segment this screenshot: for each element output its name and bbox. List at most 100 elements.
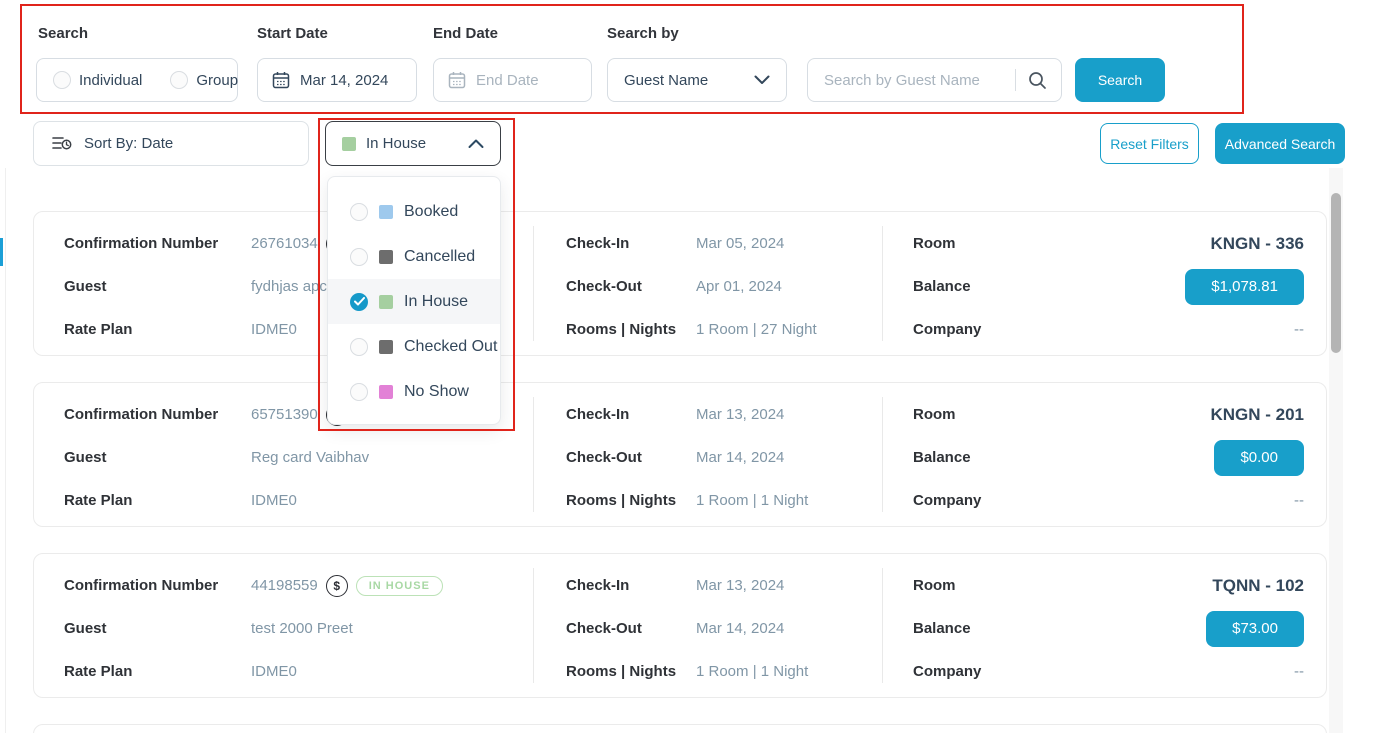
confirmation-number-value: 44198559 bbox=[251, 576, 318, 596]
rate-plan-label: Rate Plan bbox=[64, 491, 132, 511]
status-option-no-show[interactable]: No Show bbox=[328, 369, 500, 414]
rate-plan-value: IDME0 bbox=[251, 662, 297, 682]
status-color-swatch bbox=[342, 137, 356, 151]
chevron-down-icon bbox=[754, 75, 770, 85]
balance-badge[interactable]: $1,078.81 bbox=[1185, 269, 1304, 305]
check-in-label: Check-In bbox=[566, 576, 629, 596]
status-color-swatch bbox=[379, 250, 393, 264]
guest-value: test 2000 Preet bbox=[251, 619, 353, 639]
chevron-up-icon bbox=[468, 139, 484, 149]
check-out-label: Check-Out bbox=[566, 448, 642, 468]
confirmation-number-value: 26761034 bbox=[251, 234, 318, 254]
sort-icon bbox=[52, 135, 72, 153]
rooms-nights-label: Rooms | Nights bbox=[566, 662, 676, 682]
sort-by-button[interactable]: Sort By: Date bbox=[33, 121, 309, 166]
check-out-label: Check-Out bbox=[566, 277, 642, 297]
rooms-nights-value: 1 Room | 1 Night bbox=[696, 662, 808, 682]
radio-checked-icon bbox=[350, 293, 368, 311]
guest-value: fydhjas apcp bbox=[251, 277, 335, 297]
start-date-field[interactable]: Mar 14, 2024 bbox=[257, 58, 417, 102]
rooms-nights-label: Rooms | Nights bbox=[566, 320, 676, 340]
search-type-group: Individual Group bbox=[36, 58, 238, 102]
room-value: TQNN - 102 bbox=[1212, 576, 1304, 596]
check-out-value: Mar 14, 2024 bbox=[696, 448, 784, 468]
balance-badge[interactable]: $0.00 bbox=[1214, 440, 1304, 476]
card-divider bbox=[882, 568, 883, 683]
status-color-swatch bbox=[379, 205, 393, 219]
radio-unchecked-icon bbox=[350, 248, 368, 266]
room-label: Room bbox=[913, 234, 956, 254]
reservation-card-partial[interactable] bbox=[33, 724, 1327, 733]
group-radio[interactable] bbox=[170, 71, 188, 89]
input-divider bbox=[1015, 69, 1016, 91]
group-radio-label: Group bbox=[196, 72, 238, 89]
status-badge: IN HOUSE bbox=[356, 576, 443, 596]
check-in-label: Check-In bbox=[566, 405, 629, 425]
card-divider bbox=[882, 226, 883, 341]
check-out-label: Check-Out bbox=[566, 619, 642, 639]
reservation-search-screen: Search Start Date End Date Search by Ind… bbox=[0, 0, 1373, 733]
reservation-card[interactable]: Confirmation Number 44198559 $ IN HOUSE … bbox=[33, 553, 1327, 698]
dollar-icon[interactable]: $ bbox=[326, 575, 348, 597]
confirmation-number-value: 65751390 bbox=[251, 405, 318, 425]
guest-value: Reg card Vaibhav bbox=[251, 448, 369, 468]
check-out-value: Apr 01, 2024 bbox=[696, 277, 782, 297]
start-date-value: Mar 14, 2024 bbox=[300, 72, 388, 89]
status-option-booked[interactable]: Booked bbox=[328, 189, 500, 234]
sort-by-value: Sort By: Date bbox=[84, 135, 173, 152]
room-label: Room bbox=[913, 576, 956, 596]
confirmation-number-label: Confirmation Number bbox=[64, 234, 218, 254]
reservation-card[interactable]: Confirmation Number 26761034 $ Guest fyd… bbox=[33, 211, 1327, 356]
radio-unchecked-icon bbox=[350, 383, 368, 401]
guest-label: Guest bbox=[64, 448, 107, 468]
content-left-border bbox=[5, 168, 6, 733]
left-scroll-indicator bbox=[0, 238, 3, 266]
balance-badge[interactable]: $73.00 bbox=[1206, 611, 1304, 647]
rate-plan-value: IDME0 bbox=[251, 491, 297, 511]
advanced-search-button[interactable]: Advanced Search bbox=[1215, 123, 1345, 164]
status-filter-dropdown-button[interactable]: In House bbox=[325, 121, 501, 166]
room-value: KNGN - 336 bbox=[1210, 234, 1304, 254]
company-value: -- bbox=[1294, 320, 1304, 340]
status-color-swatch bbox=[379, 340, 393, 354]
individual-radio[interactable] bbox=[53, 71, 71, 89]
rate-plan-value: IDME0 bbox=[251, 320, 297, 340]
search-by-select[interactable]: Guest Name bbox=[607, 58, 787, 102]
status-option-cancelled[interactable]: Cancelled bbox=[328, 234, 500, 279]
confirmation-number-row: 44198559 $ IN HOUSE bbox=[251, 573, 443, 599]
card-divider bbox=[533, 226, 534, 341]
status-option-checked-out[interactable]: Checked Out bbox=[328, 324, 500, 369]
card-divider bbox=[533, 568, 534, 683]
rate-plan-label: Rate Plan bbox=[64, 320, 132, 340]
search-icon[interactable] bbox=[1028, 71, 1047, 90]
end-date-placeholder: End Date bbox=[476, 72, 539, 89]
end-date-field[interactable]: End Date bbox=[433, 58, 592, 102]
balance-label: Balance bbox=[913, 448, 971, 468]
guest-search-field[interactable]: Search by Guest Name bbox=[807, 58, 1062, 102]
status-color-swatch bbox=[379, 385, 393, 399]
guest-label: Guest bbox=[64, 277, 107, 297]
check-in-label: Check-In bbox=[566, 234, 629, 254]
radio-unchecked-icon bbox=[350, 338, 368, 356]
room-label: Room bbox=[913, 405, 956, 425]
balance-label: Balance bbox=[913, 619, 971, 639]
status-option-label: Checked Out bbox=[404, 338, 497, 356]
company-label: Company bbox=[913, 662, 981, 682]
status-option-label: Cancelled bbox=[404, 248, 475, 266]
status-option-label: No Show bbox=[404, 383, 469, 401]
card-divider bbox=[533, 397, 534, 512]
reservation-card[interactable]: Confirmation Number 65751390 $ Guest Reg… bbox=[33, 382, 1327, 527]
search-by-value: Guest Name bbox=[624, 72, 708, 89]
check-out-value: Mar 14, 2024 bbox=[696, 619, 784, 639]
start-date-label: Start Date bbox=[257, 25, 328, 42]
end-date-label: End Date bbox=[433, 25, 498, 42]
search-label: Search bbox=[38, 25, 88, 42]
status-filter-value: In House bbox=[366, 135, 458, 152]
scrollbar-thumb[interactable] bbox=[1331, 193, 1341, 353]
reset-filters-button[interactable]: Reset Filters bbox=[1100, 123, 1199, 164]
status-dropdown-panel: Booked Cancelled In House Checked Out No… bbox=[327, 176, 501, 425]
search-button[interactable]: Search bbox=[1075, 58, 1165, 102]
confirmation-number-label: Confirmation Number bbox=[64, 405, 218, 425]
status-option-in-house[interactable]: In House bbox=[328, 279, 500, 324]
company-label: Company bbox=[913, 320, 981, 340]
